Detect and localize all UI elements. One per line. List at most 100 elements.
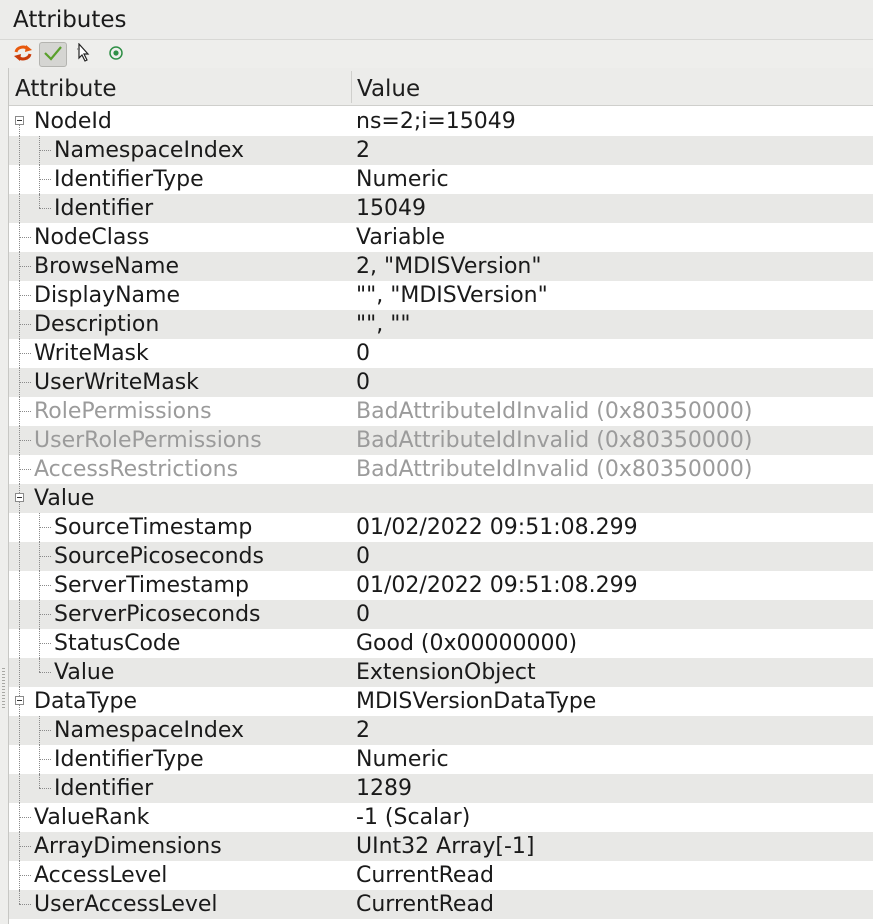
tree-connector [19, 324, 31, 325]
attribute-value: BadAttributeIdInvalid (0x80350000) [356, 457, 753, 482]
radio-target-icon [108, 45, 124, 65]
checkmark-icon [43, 45, 63, 65]
table-row[interactable]: ArrayDimensions UInt32 Array[-1] [9, 832, 873, 861]
tree-connector [39, 672, 51, 673]
collapse-toggle-icon[interactable] [15, 493, 24, 502]
table-row[interactable]: DataType MDISVersionDataType [9, 687, 873, 716]
attribute-value: 2, "MDISVersion" [356, 254, 542, 279]
table-row[interactable]: Identifier 15049 [9, 194, 873, 223]
table-row[interactable]: UserRolePermissions BadAttributeIdInvalid… [9, 426, 873, 455]
tree-connector [19, 832, 20, 861]
attribute-name: UserRolePermissions [34, 428, 262, 453]
table-row[interactable]: NodeId ns=2;i=15049 [9, 107, 873, 136]
attribute-name: ValueRank [34, 805, 150, 830]
attribute-value: BadAttributeIdInvalid (0x80350000) [356, 428, 753, 453]
table-row[interactable]: Description "", "" [9, 310, 873, 339]
tree-connector [19, 411, 31, 412]
table-row[interactable]: UserWriteMask 0 [9, 368, 873, 397]
tree-connector [39, 585, 51, 586]
table-row[interactable]: ServerPicoseconds 0 [9, 600, 873, 629]
attribute-value: Good (0x00000000) [356, 631, 578, 656]
table-row[interactable]: ValueRank -1 (Scalar) [9, 803, 873, 832]
tree-connector [39, 643, 51, 644]
monitor-button[interactable] [102, 42, 130, 67]
attribute-value: Variable [356, 225, 446, 250]
table-body: NodeId ns=2;i=15049 NamespaceIndex 2 Identif… [9, 107, 873, 919]
toolbar [0, 41, 873, 68]
table-row[interactable]: NodeClass Variable [9, 223, 873, 252]
table-row[interactable]: ServerTimestamp 01/02/2022 09:51:08.299 [9, 571, 873, 600]
table-row[interactable]: BrowseName 2, "MDISVersion" [9, 252, 873, 281]
panel-title: Attributes [0, 0, 873, 40]
tree-connector [19, 600, 20, 629]
attribute-value: MDISVersionDataType [356, 689, 597, 714]
tree-connector [19, 817, 31, 818]
attribute-value: 0 [356, 370, 370, 395]
attributes-panel: Attributes Attribute Value NodeId ns=2;i… [0, 0, 873, 924]
tree-connector [19, 629, 20, 658]
tree-connector [39, 658, 40, 672]
tree-connector [19, 904, 31, 905]
tree-connector [19, 875, 31, 876]
column-header-attribute[interactable]: Attribute [15, 68, 349, 105]
tree-connector [19, 368, 20, 397]
tree-connector [19, 310, 20, 339]
attribute-name: UserAccessLevel [34, 892, 218, 917]
attribute-value: 1289 [356, 776, 412, 801]
refresh-button[interactable] [9, 42, 37, 67]
table-row[interactable]: AccessRestrictions BadAttributeIdInvalid … [9, 455, 873, 484]
attribute-name: WriteMask [34, 341, 149, 366]
attribute-name: Description [34, 312, 160, 337]
table-row[interactable]: IdentifierType Numeric [9, 745, 873, 774]
table-row[interactable]: DisplayName "", "MDISVersion" [9, 281, 873, 310]
tree-connector [39, 774, 40, 788]
table-row[interactable]: NamespaceIndex 2 [9, 136, 873, 165]
attribute-name: Identifier [54, 776, 154, 801]
table-row[interactable]: SourceTimestamp 01/02/2022 09:51:08.299 [9, 513, 873, 542]
tree-connector [19, 252, 20, 281]
table-row[interactable]: Value [9, 484, 873, 513]
tree-connector [19, 861, 20, 890]
tree-connector [19, 353, 31, 354]
tree-connector [19, 339, 20, 368]
pointer-icon [76, 41, 92, 67]
attribute-value: "", "MDISVersion" [356, 283, 548, 308]
tree-connector [19, 194, 20, 223]
attribute-value: ExtensionObject [356, 660, 536, 685]
table-row[interactable]: Identifier 1289 [9, 774, 873, 803]
tree-connector [39, 788, 51, 789]
tree-connector [19, 281, 20, 310]
table-row[interactable]: NamespaceIndex 2 [9, 716, 873, 745]
table-row[interactable]: SourcePicoseconds 0 [9, 542, 873, 571]
tree-connector [19, 846, 31, 847]
splitter[interactable] [0, 68, 8, 924]
select-pointer-button[interactable] [70, 41, 98, 67]
tree-connector [19, 237, 31, 238]
attribute-name: NamespaceIndex [54, 138, 245, 163]
attributes-table: Attribute Value NodeId ns=2;i=15049 Namesp… [8, 68, 873, 924]
table-row[interactable]: RolePermissions BadAttributeIdInvalid (0x… [9, 397, 873, 426]
collapse-toggle-icon[interactable] [15, 696, 24, 705]
tree-connector [19, 513, 20, 542]
tree-connector [19, 774, 20, 803]
tree-connector [39, 556, 51, 557]
attribute-value: 0 [356, 544, 370, 569]
table-row[interactable]: StatusCode Good (0x00000000) [9, 629, 873, 658]
attribute-name: Identifier [54, 196, 154, 221]
attribute-name: ServerTimestamp [54, 573, 249, 598]
attribute-name: DisplayName [34, 283, 180, 308]
tree-connector [39, 150, 51, 151]
tree-connector [19, 165, 20, 194]
confirm-toggle-button[interactable] [39, 42, 67, 67]
attribute-value: Numeric [356, 167, 449, 192]
table-row[interactable]: Value ExtensionObject [9, 658, 873, 687]
column-header-value[interactable]: Value [357, 68, 420, 105]
tree-connector [39, 527, 51, 528]
table-row[interactable]: WriteMask 0 [9, 339, 873, 368]
collapse-toggle-icon[interactable] [15, 116, 24, 125]
table-row[interactable]: UserAccessLevel CurrentRead [9, 890, 873, 919]
attribute-value: 2 [356, 138, 370, 163]
table-row[interactable]: IdentifierType Numeric [9, 165, 873, 194]
column-divider[interactable] [351, 71, 352, 103]
table-row[interactable]: AccessLevel CurrentRead [9, 861, 873, 890]
